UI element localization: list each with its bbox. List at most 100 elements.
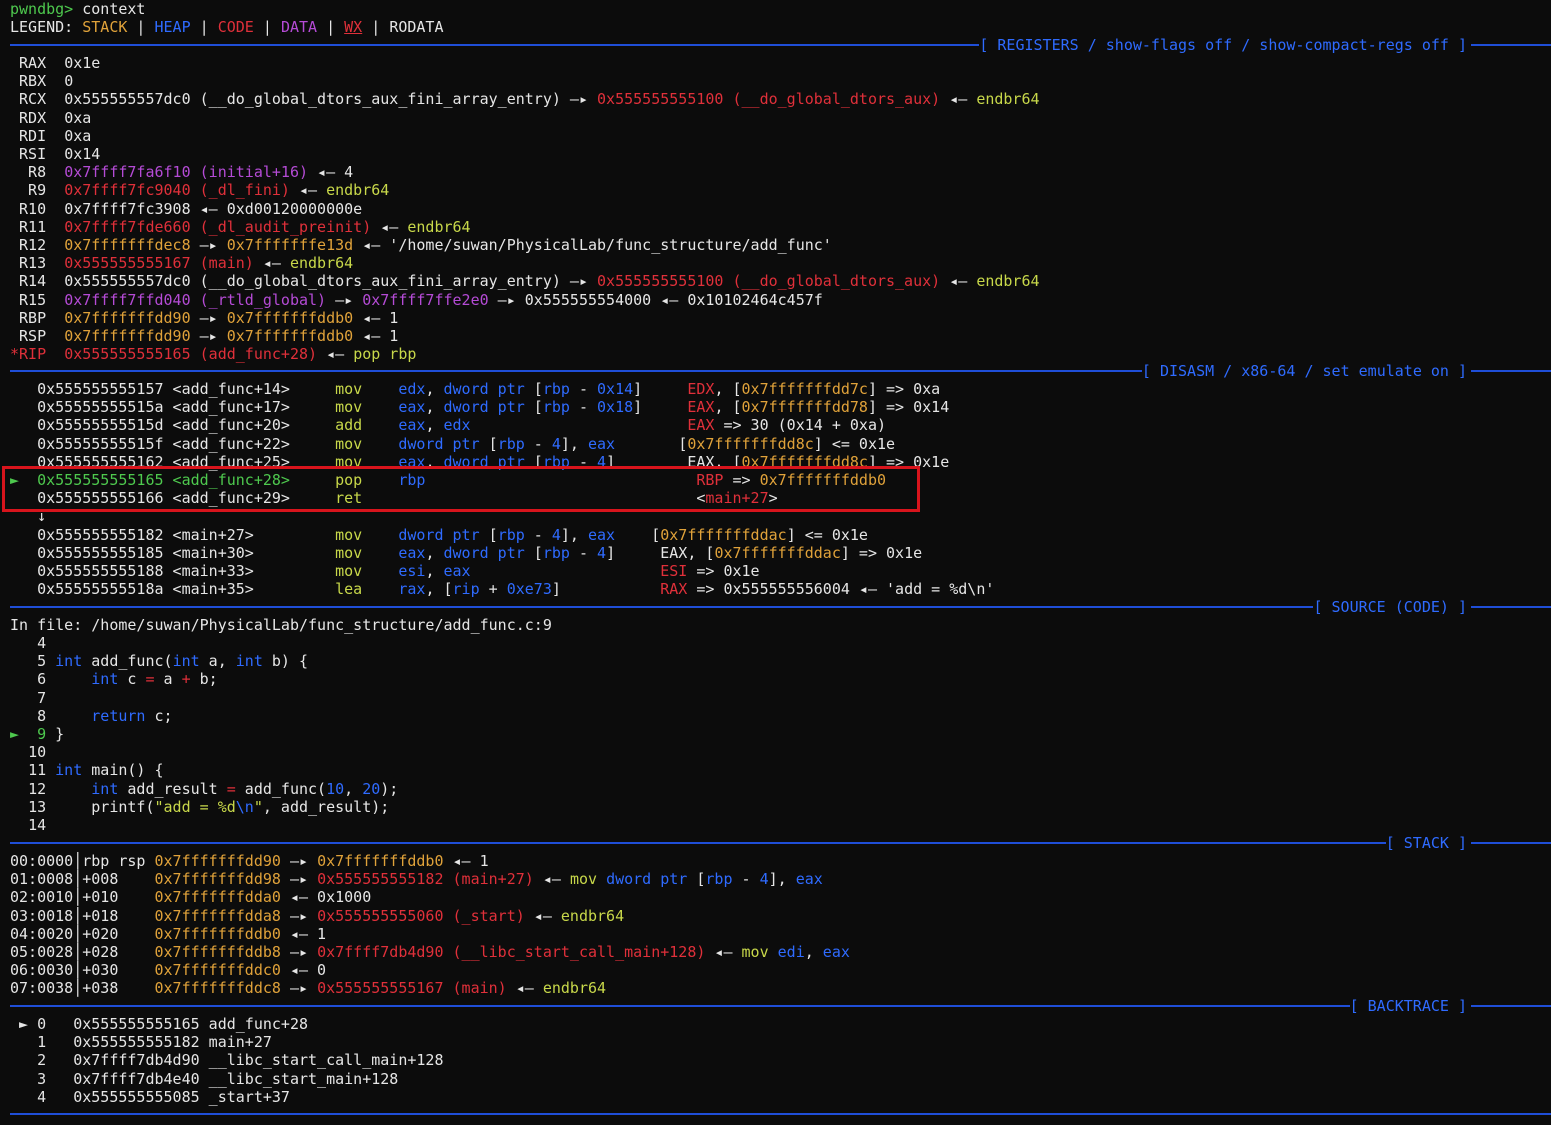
value-segment: 0x7fffffffdec8 (64, 236, 191, 254)
backtrace-row: 1 0x555555555182 main+27 (10, 1033, 272, 1051)
disasm-row: 0x555555555182 <main+27> mov dword ptr [… (10, 526, 868, 544)
value-segment: 0x7fffffffdd8c (687, 434, 814, 453)
value-segment: 4 (759, 870, 769, 889)
legend-sep: | (190, 18, 218, 36)
value-segment: eax (398, 398, 426, 417)
value-segment: 0x7fffffffdda8 (154, 906, 281, 925)
source-marker (10, 689, 28, 707)
value-segment: => 0x1e (687, 562, 760, 580)
value-segment: 0x555555555167 (main) (64, 254, 254, 273)
value-segment: eax (398, 543, 426, 562)
source-line: 14 (10, 816, 55, 834)
value-segment: dword ptr (443, 380, 525, 398)
source-line-number: 9 (28, 725, 47, 743)
stack-row: 07:0038│+038 0x7fffffffddc8 —▸ 0x5555555… (10, 979, 606, 997)
source-line-number: 5 (28, 652, 47, 671)
value-segment: ); (380, 779, 399, 798)
value-segment: , [ (714, 398, 742, 417)
backtrace-entry: 0x555555555085 _start+37 (46, 1087, 290, 1106)
disasm-address: 0x55555555515f <add_func+22> (37, 434, 290, 453)
register-row: R8 0x7ffff7fa6f10 (initial+16) ◂— 4 (10, 163, 353, 181)
disasm-mnemonic: mov (335, 398, 372, 417)
value-segment: int (91, 670, 119, 689)
stack-index: 05:0028 (10, 943, 74, 961)
value-segment: int (55, 652, 83, 671)
value-segment: [ (651, 525, 661, 544)
value-segment: a, (199, 652, 236, 671)
source-line-number: 11 (28, 761, 47, 780)
legend-line: LEGEND: STACK | HEAP | CODE | DATA | WX … (10, 18, 444, 36)
register-row: RAX 0x1e (10, 54, 100, 72)
padding (615, 435, 678, 453)
value-segment: printf( (55, 797, 155, 816)
register-name: R13 (10, 254, 65, 273)
value-segment: int (235, 652, 263, 671)
stack-row: 02:0010│+010 0x7fffffffdda0 ◂— 0x1000 (10, 888, 371, 906)
value-segment: , [ (425, 580, 453, 599)
stack-offset: +030 (82, 961, 146, 980)
value-segment: —▸ (280, 979, 318, 998)
value-segment: —▸ (280, 852, 318, 870)
value-segment: ], (560, 434, 588, 453)
stack-divider: │ (73, 888, 83, 907)
disasm-mnemonic: mov (335, 562, 372, 580)
text-segment (371, 580, 398, 598)
stack-row: 01:0008│+008 0x7fffffffdd98 —▸ 0x5555555… (10, 870, 823, 888)
value-segment: —▸ (190, 236, 227, 254)
value-segment: 0x14 (597, 380, 634, 398)
value-segment: 0x14 (64, 145, 101, 163)
value-segment: [ (524, 380, 543, 398)
register-row: R12 0x7fffffffdec8 —▸ 0x7fffffffe13d ◂— … (10, 236, 832, 254)
source-marker (10, 816, 28, 834)
value-segment: edi (777, 943, 805, 961)
text-segment (145, 961, 154, 979)
text-segment (46, 761, 55, 779)
value-segment: "add = %d (154, 797, 236, 816)
value-segment: c; (145, 706, 173, 725)
value-segment: endbr64 (976, 272, 1040, 291)
value-segment: 0x7fffffffdd7c (741, 380, 868, 398)
value-segment: ◂— (289, 181, 327, 200)
value-segment: 0 (64, 72, 74, 91)
value-segment: [ (687, 870, 706, 889)
text-segment (290, 544, 335, 562)
value-segment: rbp (497, 525, 525, 544)
pwndbg-terminal[interactable]: pwndbg> context LEGEND: STACK | HEAP | C… (0, 0, 1551, 1125)
text-segment (145, 888, 154, 906)
legend-sep: | (253, 18, 281, 36)
stack-offset: +020 (82, 924, 146, 943)
value-segment: eax (795, 870, 823, 889)
value-segment: ◂— 1 (353, 308, 399, 327)
value-segment: = (226, 779, 236, 798)
value-segment: edx (398, 380, 426, 398)
backtrace-row: ► 0 0x555555555165 add_func+28 (10, 1015, 308, 1033)
stack-divider: │ (73, 979, 83, 998)
value-segment: endbr64 (560, 906, 625, 925)
register-name: RDX (10, 108, 65, 127)
source-section-title: [ SOURCE (CODE) ] (1313, 598, 1551, 616)
source-line: 10 (10, 743, 55, 761)
register-row: R9 0x7ffff7fc9040 (_dl_fini) ◂— endbr64 (10, 181, 389, 199)
value-segment: 0x7fffffffdd98 (154, 870, 281, 889)
padding (615, 526, 651, 544)
text-segment (371, 398, 398, 416)
register-row: RCX 0x555555557dc0 (__do_global_dtors_au… (10, 90, 1040, 108)
value-segment: endbr64 (407, 217, 471, 236)
legend-data: DATA (280, 18, 318, 36)
text-segment (46, 798, 55, 816)
text-segment (371, 435, 398, 453)
value-segment: b; (190, 670, 218, 689)
stack-divider: │ (73, 924, 83, 943)
value-segment: 0x555555555100 (__do_global_dtors_aux) (597, 272, 941, 291)
value-segment: —▸ (280, 943, 318, 961)
source-marker (10, 634, 28, 652)
stack-index: 02:0010 (10, 888, 74, 907)
value-segment: ] <= 0x1e (813, 434, 896, 453)
text-segment (371, 544, 398, 562)
text-segment (290, 435, 335, 453)
text-segment (290, 398, 335, 416)
value-segment: , add_result); (262, 797, 390, 816)
disasm-marker (10, 580, 37, 598)
stack-index: 00:0000 (10, 852, 74, 870)
value-segment: return (91, 706, 146, 725)
